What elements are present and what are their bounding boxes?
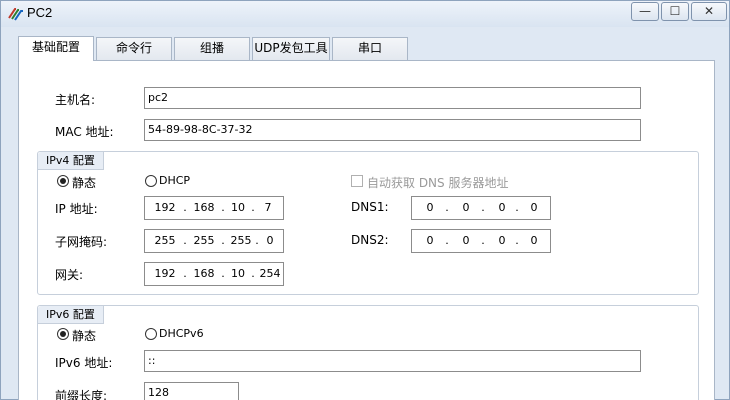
ipv4-octet: 192 (154, 201, 176, 214)
tab-multicast[interactable]: 组播 (174, 37, 250, 60)
ipv4-group-title: IPv4 配置 (38, 152, 104, 170)
dns1-octet: 0 (462, 201, 470, 214)
ipv6-address-field[interactable]: :: (144, 350, 641, 372)
ipv4-address-field[interactable]: 192 . 168 . 10 . 7 (144, 196, 284, 220)
dns2-label: DNS2: (351, 233, 389, 247)
octet-dot: . (515, 201, 519, 214)
gateway-octet: 254 (259, 267, 281, 280)
ipv6-static-radio[interactable] (57, 328, 69, 340)
ipv4-dhcp-radio[interactable] (145, 175, 157, 187)
hostname-field[interactable]: pc2 (144, 87, 641, 109)
ensp-pc-icon (7, 6, 25, 22)
ipv6-dhcp-radio[interactable] (145, 328, 157, 340)
mask-octet: 255 (154, 234, 176, 247)
octet-dot: . (445, 201, 449, 214)
mac-field[interactable]: 54-89-98-8C-37-32 (144, 119, 641, 141)
tab-udp-tool[interactable]: UDP发包工具 (252, 37, 330, 60)
dns1-octet: 0 (426, 201, 434, 214)
subnet-mask-label: 子网掩码: (55, 235, 108, 249)
tab-basic-config[interactable]: 基础配置 (18, 36, 94, 61)
maximize-button[interactable]: ☐ (661, 2, 689, 21)
dns2-octet: 0 (462, 234, 470, 247)
mask-octet: 255 (193, 234, 215, 247)
ipv4-octet: 10 (231, 201, 245, 214)
octet-dot: . (481, 201, 485, 214)
mask-octet: 0 (266, 234, 274, 247)
dns2-octet: 0 (498, 234, 506, 247)
window-title: PC2 (27, 5, 53, 20)
ipv4-octet: 168 (193, 201, 215, 214)
ipv4-dhcp-label: DHCP (159, 174, 191, 187)
dns1-octet: 0 (530, 201, 538, 214)
tab-command-line[interactable]: 命令行 (96, 37, 172, 60)
dns1-octet: 0 (498, 201, 506, 214)
close-button[interactable]: ✕ (691, 2, 727, 21)
hostname-label: 主机名: (55, 93, 96, 107)
dns2-octet: 0 (530, 234, 538, 247)
octet-dot: . (445, 234, 449, 247)
ipv4-static-radio[interactable] (57, 175, 69, 187)
octet-dot: . (481, 234, 485, 247)
gateway-octet: 10 (231, 267, 245, 280)
pc2-window: PC2 — ☐ ✕ 基础配置 命令行 组播 UDP发包工具 串口 主机名: pc… (0, 0, 730, 400)
prefix-length-label: 前缀长度: (55, 389, 108, 400)
ipv4-octet: 7 (264, 201, 272, 214)
dns1-field[interactable]: 0 . 0 . 0 . 0 (411, 196, 551, 220)
ipv6-static-label: 静态 (72, 329, 97, 343)
gateway-label: 网关: (55, 268, 84, 282)
dns1-label: DNS1: (351, 200, 389, 214)
prefix-length-field[interactable]: 128 (144, 382, 239, 400)
octet-dot: . (515, 234, 519, 247)
dns2-octet: 0 (426, 234, 434, 247)
auto-dns-checkbox[interactable] (351, 175, 363, 187)
gateway-octet: 168 (193, 267, 215, 280)
basic-config-panel: 主机名: pc2 MAC 地址: 54-89-98-8C-37-32 IPv4 … (18, 60, 715, 400)
subnet-mask-field[interactable]: 255 . 255 . 255 . 0 (144, 229, 284, 253)
auto-dns-label: 自动获取 DNS 服务器地址 (367, 176, 509, 190)
ipv4-static-label: 静态 (72, 176, 97, 190)
ipv4-address-label: IP 地址: (55, 202, 98, 216)
ipv6-dhcp-label: DHCPv6 (159, 327, 204, 340)
ipv6-group-title: IPv6 配置 (38, 306, 104, 324)
ipv6-address-label: IPv6 地址: (55, 356, 113, 370)
mac-label: MAC 地址: (55, 125, 114, 139)
ipv4-group: IPv4 配置 (37, 151, 699, 295)
title-bar[interactable]: PC2 — ☐ ✕ (1, 1, 729, 27)
minimize-button[interactable]: — (631, 2, 659, 21)
gateway-octet: 192 (154, 267, 176, 280)
tab-serial[interactable]: 串口 (332, 37, 408, 60)
gateway-field[interactable]: 192 . 168 . 10 . 254 (144, 262, 284, 286)
dns2-field[interactable]: 0 . 0 . 0 . 0 (411, 229, 551, 253)
